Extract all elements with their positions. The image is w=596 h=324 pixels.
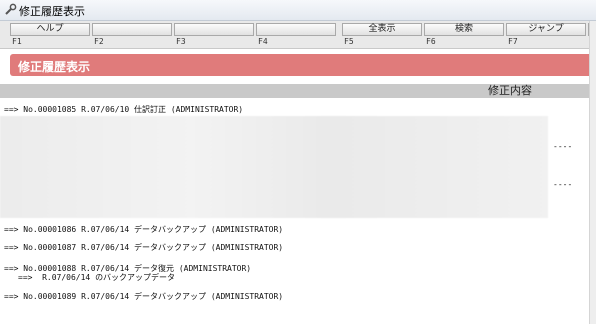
title-bar: 修正履歴表示 <box>0 0 596 21</box>
fkey-help[interactable]: ヘルプ F1 <box>10 23 90 47</box>
function-key-bar: ヘルプ F1 F2 F3 F4 全表示 F5 検索 F6 ジャンプ F7 F <box>0 21 596 49</box>
show-all-button[interactable]: 全表示 <box>342 23 422 36</box>
history-list[interactable]: ==> No.00001085 R.07/06/10 仕訳訂正 (ADMINIS… <box>0 98 596 324</box>
page-title: 修正履歴表示 <box>18 60 91 74</box>
dash-separator: ---- <box>553 180 573 189</box>
f4-button[interactable] <box>256 23 336 36</box>
column-label-revision: 修正内容 <box>488 84 532 97</box>
history-entry-detail: ==> R.07/06/14 のバックアップデータ <box>18 273 176 282</box>
f2-button[interactable] <box>92 23 172 36</box>
fkey-f3[interactable]: F3 <box>174 23 254 47</box>
fkey-number: F6 <box>426 37 436 46</box>
fkey-number: F2 <box>94 37 104 46</box>
fkey-number: F4 <box>258 37 268 46</box>
header-band: 修正履歴表示 <box>10 54 596 76</box>
f3-button[interactable] <box>174 23 254 36</box>
redacted-region <box>0 116 548 218</box>
history-entry[interactable]: ==> No.00001089 R.07/06/14 データバックアップ (AD… <box>4 291 283 302</box>
history-entry[interactable]: ==> No.00001087 R.07/06/14 データバックアップ (AD… <box>4 242 283 253</box>
jump-button[interactable]: ジャンプ <box>506 23 586 36</box>
history-entry[interactable]: ==> No.00001086 R.07/06/14 データバックアップ (AD… <box>4 224 283 235</box>
fkey-number: F5 <box>344 37 354 46</box>
dash-separator: ---- <box>553 142 573 151</box>
fkey-show-all[interactable]: 全表示 F5 <box>342 23 422 47</box>
fkey-f2[interactable]: F2 <box>92 23 172 47</box>
wrench-icon <box>5 3 17 15</box>
fkey-f4[interactable]: F4 <box>256 23 336 47</box>
window-title: 修正履歴表示 <box>19 5 85 18</box>
scrollbar[interactable] <box>589 21 596 324</box>
column-header: 修正内容 <box>0 84 596 98</box>
fkey-search[interactable]: 検索 F6 <box>424 23 504 47</box>
search-button[interactable]: 検索 <box>424 23 504 36</box>
history-entry[interactable]: ==> No.00001085 R.07/06/10 仕訳訂正 (ADMINIS… <box>4 104 243 115</box>
fkey-number: F3 <box>176 37 186 46</box>
fkey-jump[interactable]: ジャンプ F7 <box>506 23 586 47</box>
fkey-number: F7 <box>508 37 518 46</box>
fkey-number: F1 <box>12 37 22 46</box>
help-button[interactable]: ヘルプ <box>10 23 90 36</box>
